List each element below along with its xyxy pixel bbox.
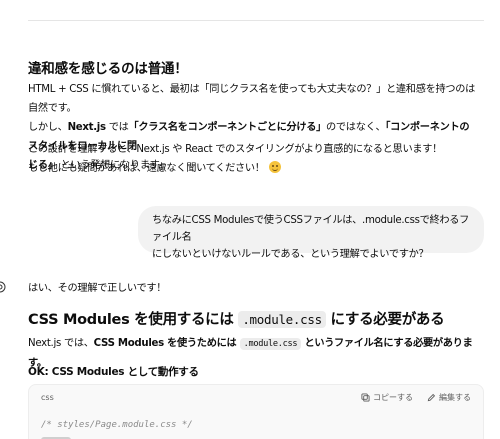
user-message-bubble: ちなみにCSS Modulesで使うCSSファイルは、.module.cssで終… bbox=[138, 206, 484, 260]
inline-code: .module.css bbox=[238, 311, 326, 328]
bold-text: Next.js bbox=[67, 122, 107, 133]
user-message-line: ちなみにCSS Modulesで使うCSSファイルは、.module.cssで終… bbox=[152, 215, 470, 243]
assistant-heading: CSS Modules を使用するには .module.css にする必要がある bbox=[28, 308, 445, 329]
text: にする必要がある bbox=[325, 312, 445, 328]
bold-text: CSS Modules を使うためには bbox=[93, 338, 240, 349]
text: もし他にも疑問があれば、遠慮なく聞いてください！ bbox=[28, 163, 265, 174]
text: しかし、 bbox=[28, 122, 68, 133]
bold-text: 「クラス名をコンポーネントごとに分ける」 bbox=[128, 122, 327, 133]
text: では bbox=[105, 122, 129, 133]
divider bbox=[28, 20, 484, 21]
text: Next.js では、 bbox=[28, 338, 94, 349]
code-actions: コピーする 編集する bbox=[361, 392, 471, 403]
sub-heading: OK: CSS Modules として動作する bbox=[28, 366, 199, 378]
edit-label: 編集する bbox=[439, 393, 471, 402]
code-block: css コピーする 編集する /* styles/Page.module.css… bbox=[28, 384, 484, 439]
assistant-intro: はい、その理解で正しいです！ bbox=[28, 283, 167, 294]
paragraph-line: この設計を理解すると、Next.js や React でのスタイリングがより直感… bbox=[28, 144, 442, 155]
text: のではなく、 bbox=[326, 122, 386, 133]
copy-label: コピーする bbox=[373, 393, 413, 402]
inline-code: .module.css bbox=[239, 338, 302, 350]
pencil-icon bbox=[427, 393, 436, 402]
code-line: /* styles/Page.module.css */ bbox=[41, 420, 193, 430]
paragraph-line: HTML + CSS に慣れていると、最初は「同じクラス名を使っても大丈夫なの？… bbox=[28, 84, 476, 114]
assistant-avatar-icon bbox=[0, 281, 6, 293]
copy-button[interactable]: コピーする bbox=[361, 392, 413, 403]
paragraph: この設計を理解すると、Next.js や React でのスタイリングがより直感… bbox=[28, 140, 478, 178]
paragraph-line: もし他にも疑問があれば、遠慮なく聞いてください！ bbox=[28, 159, 478, 178]
copy-icon bbox=[361, 393, 370, 402]
user-message-line: にしないといけないルールである、という理解でよいですか？ bbox=[152, 249, 429, 260]
text: CSS Modules を使用するには bbox=[28, 312, 239, 328]
edit-button[interactable]: 編集する bbox=[427, 392, 471, 403]
code-language-label: css bbox=[41, 393, 54, 402]
smile-emoji-icon bbox=[268, 161, 281, 173]
section-heading: 違和感を感じるのは普通！ bbox=[28, 61, 188, 77]
